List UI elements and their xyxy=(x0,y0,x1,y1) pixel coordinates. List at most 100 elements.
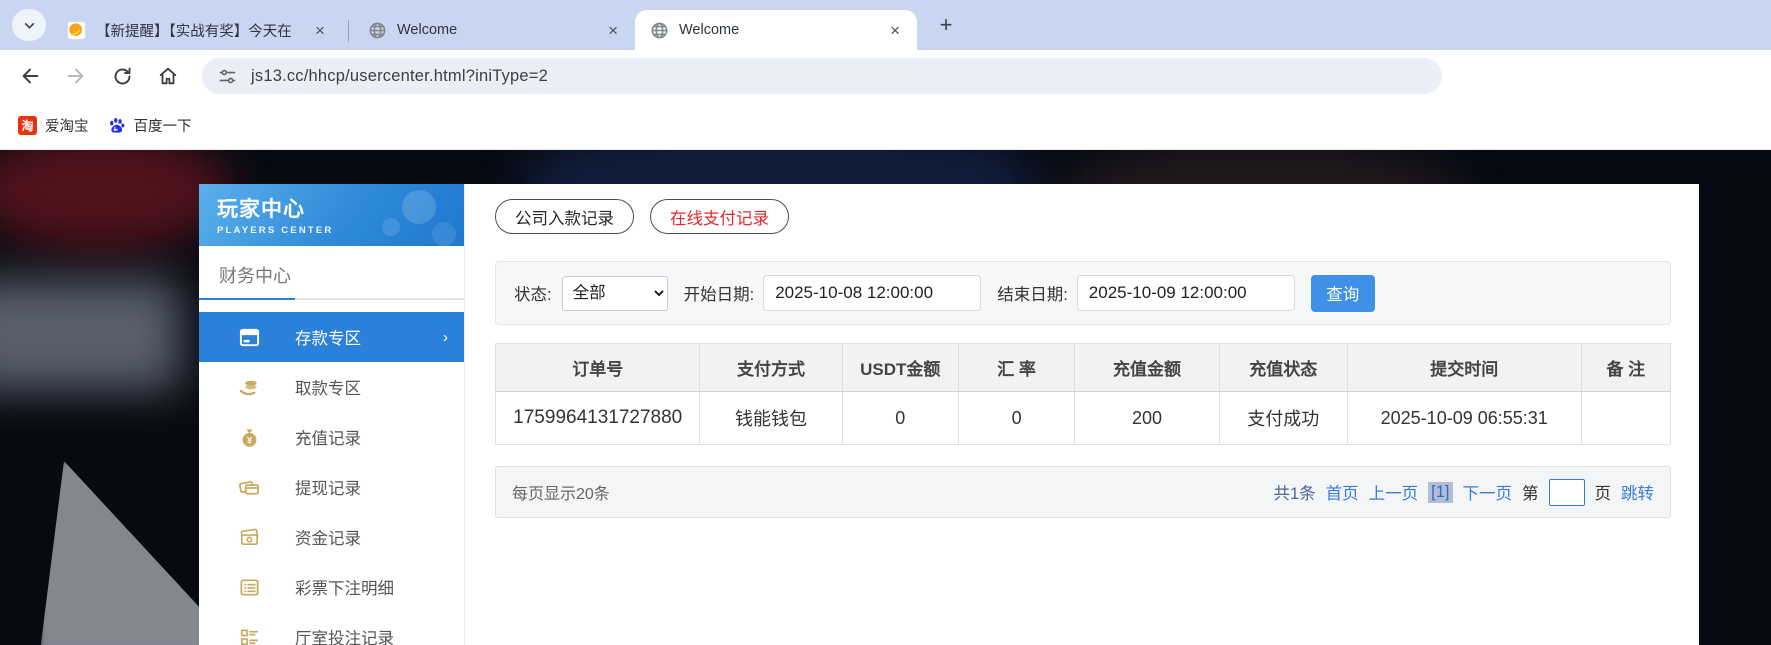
tabs-container: 【新提醒】【实战有奖】今天在 × Welcome × Welcome × + xyxy=(52,0,961,50)
home-button[interactable] xyxy=(148,56,188,96)
status-label: 状态: xyxy=(514,286,552,304)
site-info-icon[interactable] xyxy=(218,67,237,86)
forward-button[interactable] xyxy=(56,56,96,96)
table-body: 1759964131727880 钱能钱包 0 0 200 支付成功 2025-10-09 … xyxy=(494,391,1672,445)
table-cell xyxy=(1580,391,1672,445)
prev-page-link[interactable]: 上一页 xyxy=(1369,480,1419,504)
total-count-text: 共1条 xyxy=(1273,485,1316,503)
url-text[interactable]: js13.cc/hhcp/usercenter.html?iniType=2 xyxy=(251,67,548,86)
tab-separator xyxy=(348,20,349,42)
taobao-badge: 淘 xyxy=(18,116,37,135)
start-date-label: 开始日期: xyxy=(683,286,755,304)
bookmark-0[interactable]: 淘爱淘宝 xyxy=(18,115,89,136)
sidebar-item-1[interactable]: 取款专区 xyxy=(199,362,464,412)
tab-company-deposit-records[interactable]: 公司入款记录 xyxy=(495,199,634,234)
sidebar: 玩家中心 PLAYERS CENTER 财务中心 存款专区 › 取款专区 ¥ 充值记录提… xyxy=(199,184,465,645)
filter-bar: 状态: 全部 开始日期: 结束日期: 查询 xyxy=(495,261,1671,325)
taobao-icon: 淘 xyxy=(18,116,37,135)
table-cell: 0 xyxy=(841,391,959,445)
forward-icon xyxy=(67,68,84,84)
address-bar[interactable]: js13.cc/hhcp/usercenter.html?iniType=2 xyxy=(202,58,1442,94)
tab-close-icon[interactable]: × xyxy=(310,20,330,41)
jump-suffix-label: 页 xyxy=(1594,485,1612,503)
table-cell: 200 xyxy=(1074,391,1220,445)
sidebar-item-6[interactable]: 厅室投注记录 xyxy=(199,612,464,645)
current-page-indicator: [1] xyxy=(1428,481,1453,503)
table-header-cell: 订单号 xyxy=(494,343,701,392)
sidebar-item-label: 提现记录 xyxy=(295,480,361,498)
sidebar-item-4[interactable]: 资金记录 xyxy=(199,512,464,562)
table-cell: 0 xyxy=(957,391,1076,445)
sidebar-item-label: 厅室投注记录 xyxy=(295,630,394,645)
jump-button[interactable]: 跳转 xyxy=(1621,480,1654,504)
query-button[interactable]: 查询 xyxy=(1310,274,1375,312)
hand-coin-icon xyxy=(237,375,261,399)
lottery-list-icon xyxy=(237,575,261,599)
table-cell: 1759964131727880 xyxy=(494,391,701,445)
pagination-bar: 每页显示20条 共1条 首页 上一页 [1] 下一页 第 页 跳转 xyxy=(495,466,1671,518)
baidu-icon xyxy=(107,116,126,135)
tab-online-payment-records[interactable]: 在线支付记录 xyxy=(650,199,789,234)
banknote-icon xyxy=(237,525,261,549)
browser-tabstrip: 【新提醒】【实战有奖】今天在 × Welcome × Welcome × + xyxy=(0,0,1771,50)
tab-title: Welcome xyxy=(679,22,740,38)
record-tabs: 公司入款记录 在线支付记录 xyxy=(495,199,1671,234)
table-cell: 2025-10-09 06:55:31 xyxy=(1346,391,1582,445)
forum-icon xyxy=(66,20,86,40)
status-select[interactable]: 全部 xyxy=(561,275,668,311)
bookmarks-bar: 淘爱淘宝 百度一下 xyxy=(0,102,1771,150)
sidebar-item-label: 取款专区 xyxy=(295,380,361,398)
sidebar-item-label: 彩票下注明细 xyxy=(295,580,394,598)
next-page-link[interactable]: 下一页 xyxy=(1463,480,1513,504)
bookmark-1[interactable]: 百度一下 xyxy=(107,115,192,136)
chevron-down-icon xyxy=(24,22,34,29)
table-row: 1759964131727880 钱能钱包 0 0 200 支付成功 2025-10-09 … xyxy=(494,391,1672,445)
sidebar-item-5[interactable]: 彩票下注明细 xyxy=(199,562,464,612)
back-icon xyxy=(22,68,39,84)
reload-button[interactable] xyxy=(102,56,142,96)
back-button[interactable] xyxy=(10,56,50,96)
table-cell: 支付成功 xyxy=(1218,391,1348,445)
sidebar-item-0[interactable]: 存款专区 › xyxy=(199,312,464,362)
background-blob-steel xyxy=(0,280,180,390)
table-header-cell: 提交时间 xyxy=(1346,343,1582,392)
deco-circle xyxy=(402,190,436,224)
money-bag-icon: ¥ xyxy=(237,425,261,449)
background-blob-red xyxy=(0,150,230,250)
table-header-cell: 充值金额 xyxy=(1074,343,1220,392)
main-content: 公司入款记录 在线支付记录 状态: 全部 开始日期: 结束日期: 查询 订单号支… xyxy=(465,184,1699,645)
jump-page-input[interactable] xyxy=(1548,478,1585,506)
sidebar-item-label: 资金记录 xyxy=(295,530,361,548)
globe-icon xyxy=(367,20,387,40)
deposit-card-icon xyxy=(237,325,261,349)
tab-close-icon[interactable]: × xyxy=(603,20,623,41)
new-tab-button[interactable]: + xyxy=(931,10,961,40)
table-cell: 钱能钱包 xyxy=(699,391,843,445)
jump-prefix-label: 第 xyxy=(1522,485,1539,503)
chevron-right-icon: › xyxy=(443,328,448,346)
tab-search-button[interactable] xyxy=(12,9,46,41)
sidebar-item-2[interactable]: ¥ 充值记录 xyxy=(199,412,464,462)
table-header-cell: USDT金额 xyxy=(841,343,959,392)
sidebar-item-label: 充值记录 xyxy=(295,430,361,448)
browser-tab-2[interactable]: Welcome × xyxy=(635,10,917,50)
table-header-cell: 备 注 xyxy=(1580,343,1672,392)
end-date-input[interactable] xyxy=(1076,275,1295,311)
sidebar-item-label: 存款专区 xyxy=(295,330,361,348)
tab-close-icon[interactable]: × xyxy=(885,20,905,41)
browser-toolbar: js13.cc/hhcp/usercenter.html?iniType=2 xyxy=(0,50,1771,102)
home-icon xyxy=(159,67,177,85)
start-date-input[interactable] xyxy=(763,275,982,311)
table-header-cell: 支付方式 xyxy=(699,343,843,392)
bookmark-label: 爱淘宝 xyxy=(45,119,89,135)
sidebar-item-3[interactable]: 提现记录 xyxy=(199,462,464,512)
bookmark-label: 百度一下 xyxy=(133,119,192,135)
browser-tab-0[interactable]: 【新提醒】【实战有奖】今天在 × xyxy=(52,10,344,50)
sidebar-section-rule xyxy=(199,298,464,300)
player-center-panel: 玩家中心 PLAYERS CENTER 财务中心 存款专区 › 取款专区 ¥ 充值记录提… xyxy=(199,184,1699,645)
table-header-cell: 汇 率 xyxy=(957,343,1076,392)
tab-title: Welcome xyxy=(397,22,458,38)
browser-tab-1[interactable]: Welcome × xyxy=(353,10,635,50)
first-page-link[interactable]: 首页 xyxy=(1326,480,1359,504)
pagination-controls: 共1条 首页 上一页 [1] 下一页 第 页 跳转 xyxy=(1273,478,1654,506)
